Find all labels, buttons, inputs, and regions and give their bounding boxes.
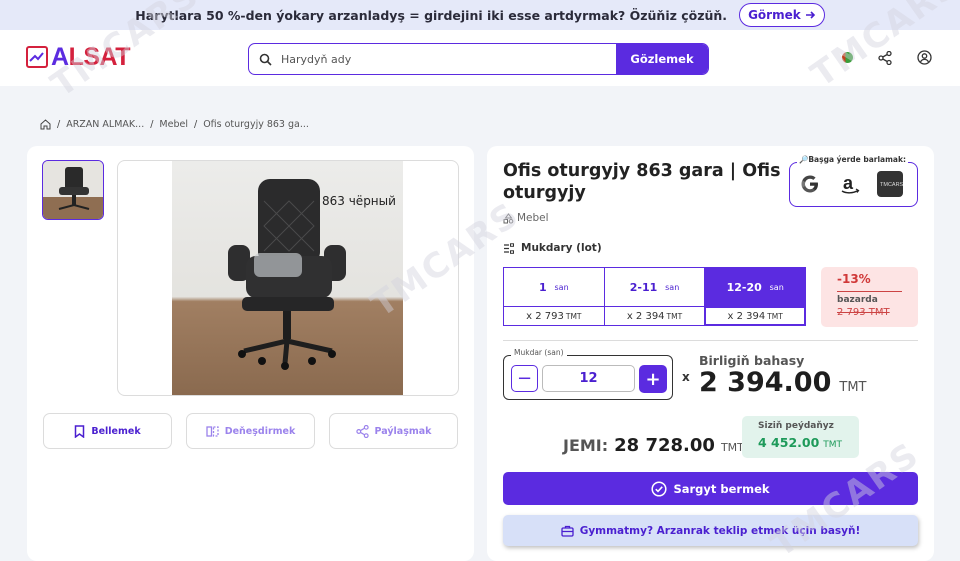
svg-text:TMCARS: TMCARS [880, 182, 903, 188]
tier-currency: TMT [565, 311, 582, 321]
make-offer-button[interactable]: Gymmatmy? Arzanrak teklip etmek üçin bas… [503, 515, 918, 546]
total-value: 28 728.00 [614, 435, 715, 456]
gallery-panel: 863 чёрный Bellemek Deňeşdirmek Paýlaşma… [27, 146, 474, 561]
svg-text:a: a [843, 173, 854, 193]
order-button[interactable]: Sargyt bermek [503, 472, 918, 505]
search-elsewhere-icons: a TMCARS [796, 170, 903, 197]
check-circle-icon [651, 480, 668, 497]
price-tiers: 1 san x 2 793 TMT 2-11 san x 2 394 TMT 12-… [503, 267, 806, 326]
search-icon [249, 44, 281, 74]
price-tier[interactable]: 1 san x 2 793 TMT [504, 268, 605, 325]
price-tier[interactable]: 2-11 san x 2 394 TMT [604, 268, 706, 325]
multiply-sign: x [682, 370, 690, 384]
promo-see-button[interactable]: Görmek [739, 3, 825, 27]
share-button[interactable]: Paýlaşmak [329, 413, 458, 449]
tmcars-icon[interactable]: TMCARS [876, 170, 903, 197]
arrow-right-icon [805, 11, 815, 19]
share-icon[interactable] [878, 50, 892, 65]
photo-caption: 863 чёрный [322, 194, 396, 208]
tier-price: x 2 394 [727, 310, 766, 322]
tier-range: 2-11 [629, 280, 658, 294]
savings-badge: Siziň peýdaňyz 4 452.00 TMT [742, 416, 859, 458]
tier-range: 12-20 [726, 280, 762, 294]
quantity-heading: Mukdary (lot) [503, 242, 602, 254]
total-currency: TMT [720, 441, 744, 454]
google-icon[interactable] [796, 170, 823, 197]
tier-price: x 2 793 [526, 310, 564, 322]
compare-button[interactable]: Deňeşdirmek [186, 413, 315, 449]
discount-label: bazarda [837, 295, 878, 305]
decrease-button[interactable]: − [511, 365, 538, 392]
amazon-icon[interactable]: a [836, 170, 863, 197]
breadcrumb: / ARZAN ALMAK... / Mebel / Ofis oturgyjy… [40, 119, 309, 130]
unit-price-currency: TMT [839, 380, 867, 395]
home-icon[interactable] [40, 119, 51, 130]
breadcrumb-item[interactable]: ARZAN ALMAK... [66, 119, 144, 130]
price-tier-selected[interactable]: 12-20 san x 2 394 TMT [705, 268, 806, 325]
search-bar: Gözlemek [248, 43, 709, 75]
logo-chart-icon [26, 46, 48, 68]
search-button[interactable]: Gözlemek [616, 44, 708, 74]
total-price: JEMI: 28 728.00 TMT [563, 435, 744, 456]
discount-badge: -13% bazarda 2 793 TMT [821, 267, 918, 327]
product-title: Ofis oturgyjy 863 gara | Ofis oturgyjy [503, 161, 781, 203]
share-label: Paýlaşmak [374, 425, 432, 437]
user-account-icon[interactable] [917, 50, 932, 65]
quantity-stepper: − 12 + [503, 355, 673, 400]
site-logo[interactable]: ALSAT [26, 45, 130, 70]
promo-text: Harytlara 50 %-den ýokary arzanladyş = g… [135, 7, 728, 23]
market-price: 2 793 TMT [837, 307, 890, 318]
bookmark-label: Bellemek [91, 425, 141, 437]
category-label: Mebel [517, 212, 549, 224]
savings-currency: TMT [823, 440, 843, 450]
unit-price-label: Birligiň bahasy [699, 353, 805, 368]
bookmark-icon [75, 424, 85, 438]
product-photo: 863 чёрный [172, 161, 403, 395]
promo-see-label: Görmek [748, 8, 801, 22]
product-main-image[interactable]: 863 чёрный [117, 160, 459, 396]
tier-currency: TMT [666, 311, 683, 321]
search-elsewhere-label: 🔎Başga ýerde barlamak: [797, 155, 908, 164]
share-icon [355, 424, 369, 438]
list-icon [504, 242, 514, 254]
savings-value: 4 452.00 [758, 435, 820, 450]
language-flag-icon[interactable] [842, 52, 853, 63]
tier-unit: san [769, 282, 784, 292]
breadcrumb-item[interactable]: Mebel [159, 119, 188, 130]
tier-range: 1 [539, 280, 547, 294]
tier-unit: san [665, 282, 680, 292]
compare-label: Deňeşdirmek [224, 425, 296, 437]
unit-price-value: 2 394.00 [699, 367, 832, 398]
breadcrumb-item-current: Ofis oturgyjy 863 ga... [203, 119, 309, 130]
divider [503, 340, 918, 341]
savings-label: Siziň peýdaňyz [758, 421, 834, 431]
quantity-input[interactable]: 12 [542, 365, 635, 392]
product-category[interactable]: Mebel [503, 212, 549, 224]
promo-banner: Harytlara 50 %-den ýokary arzanladyş = g… [0, 0, 960, 30]
discount-percent: -13% [837, 272, 871, 286]
order-button-label: Sargyt bermek [673, 481, 770, 496]
briefcase-icon [561, 525, 574, 537]
tier-currency: TMT [767, 311, 783, 321]
tier-unit: san [554, 282, 569, 292]
unit-price: 2 394.00 TMT [699, 367, 867, 398]
tier-price: x 2 394 [626, 310, 665, 322]
compare-icon [206, 425, 219, 437]
site-header: ALSAT Gözlemek [0, 30, 960, 86]
header-actions [842, 50, 932, 65]
gallery-thumbnail[interactable] [42, 160, 104, 220]
search-input[interactable] [281, 44, 616, 74]
stepper-label: Mukdar (san) [511, 348, 567, 357]
category-icon [503, 212, 514, 223]
bookmark-button[interactable]: Bellemek [43, 413, 172, 449]
quantity-heading-label: Mukdary (lot) [521, 242, 602, 254]
total-label: JEMI: [563, 436, 609, 455]
increase-button[interactable]: + [639, 365, 667, 393]
product-info-panel: Ofis oturgyjy 863 gara | Ofis oturgyjy M… [487, 146, 934, 561]
make-offer-label: Gymmatmy? Arzanrak teklip etmek üçin bas… [579, 524, 861, 537]
